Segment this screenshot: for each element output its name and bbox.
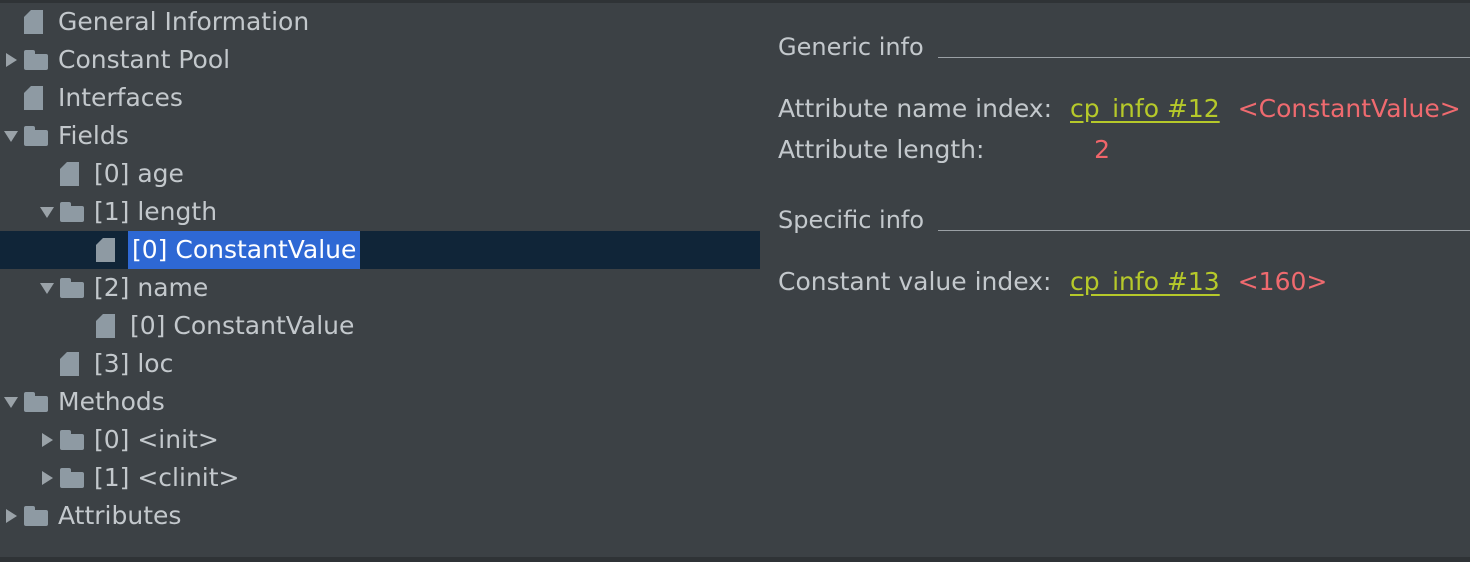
specific-info-rows: Constant value index: cp_info #13 <160> (778, 267, 1470, 296)
chevron-down-icon[interactable] (36, 193, 58, 231)
tree-item[interactable]: [0] ConstantValue (0, 307, 760, 345)
folder-icon (58, 193, 92, 231)
tree-item[interactable]: [1] length (0, 193, 760, 231)
tree-item[interactable]: Methods (0, 383, 760, 421)
generic-info-rows: Attribute name index: cp_info #12 <Constan… (778, 94, 1470, 164)
chevron-down-icon[interactable] (36, 269, 58, 307)
detail-row: Constant value index: cp_info #13 <160> (778, 267, 1470, 296)
tree-toggle-spacer (72, 231, 94, 269)
tree-item[interactable]: General Information (0, 3, 760, 41)
detail-row-resolved-value: <ConstantValue> (1237, 94, 1461, 123)
tree-item-label: [2] name (94, 273, 209, 302)
tree-toggle-spacer (72, 307, 94, 345)
tree-item[interactable]: [0] age (0, 155, 760, 193)
cp-info-link[interactable]: cp_info #12 (1070, 94, 1220, 123)
detail-row-resolved-value: <160> (1237, 267, 1328, 296)
chevron-right-icon[interactable] (36, 459, 58, 497)
chevron-down-icon[interactable] (0, 117, 22, 155)
tree-item[interactable]: [0] ConstantValue (0, 231, 760, 269)
tree-item-label: Attributes (58, 501, 182, 530)
chevron-right-icon[interactable] (0, 41, 22, 79)
tree-item[interactable]: [1] <clinit> (0, 459, 760, 497)
specific-info-section-header: Specific info (778, 206, 1470, 234)
file-icon (94, 307, 128, 345)
specific-info-rule (938, 229, 1470, 231)
folder-icon (58, 459, 92, 497)
tree-item-label: [1] <clinit> (94, 463, 240, 492)
tree-item[interactable]: [3] loc (0, 345, 760, 383)
tree-item-label: [0] <init> (94, 425, 219, 454)
tree-item[interactable]: Fields (0, 117, 760, 155)
folder-icon (22, 497, 56, 535)
tree-toggle-spacer (0, 3, 22, 41)
tree-item[interactable]: Attributes (0, 497, 760, 535)
tree-item-label: [1] length (94, 197, 218, 226)
file-icon (22, 79, 56, 117)
detail-row: Attribute length: 2 (778, 135, 1470, 164)
tree-item-label: [0] ConstantValue (130, 311, 355, 340)
file-icon (58, 155, 92, 193)
specific-info-title: Specific info (778, 206, 925, 234)
tree-item-label: [3] loc (94, 349, 174, 378)
tree-item[interactable]: [2] name (0, 269, 760, 307)
chevron-down-icon[interactable] (0, 383, 22, 421)
tree-toggle-spacer (36, 345, 58, 383)
tree-toggle-spacer (36, 155, 58, 193)
file-icon (22, 3, 56, 41)
folder-icon (22, 41, 56, 79)
class-structure-tree[interactable]: General Information Constant Pool Interfac… (0, 3, 760, 557)
cp-info-link[interactable]: cp_info #13 (1070, 267, 1220, 296)
file-icon (58, 345, 92, 383)
tree-item-label: Methods (58, 387, 165, 416)
folder-icon (22, 383, 56, 421)
generic-info-section-header: Generic info (778, 33, 1470, 61)
tree-item[interactable]: Constant Pool (0, 41, 760, 79)
detail-row-key: Attribute length: (778, 135, 985, 164)
tree-toggle-spacer (0, 79, 22, 117)
folder-icon (58, 269, 92, 307)
tree-item-label: Constant Pool (58, 45, 231, 74)
attribute-detail-panel: Generic info Attribute name index: cp_inf… (760, 3, 1470, 557)
tree-item[interactable]: Interfaces (0, 79, 760, 117)
detail-row-key: Attribute name index: (778, 94, 1052, 123)
folder-icon (22, 117, 56, 155)
detail-row-value: 2 (1094, 135, 1110, 164)
classfile-viewer-window: General Information Constant Pool Interfac… (0, 0, 1470, 562)
tree-item-label: [0] ConstantValue (128, 231, 361, 269)
folder-icon (58, 421, 92, 459)
tree-item-label: General Information (58, 7, 310, 36)
tree-item-label: Interfaces (58, 83, 183, 112)
generic-info-title: Generic info (778, 33, 924, 61)
detail-row-key: Constant value index: (778, 267, 1052, 296)
tree-item-label: [0] age (94, 159, 184, 188)
chevron-right-icon[interactable] (36, 421, 58, 459)
tree-item-label: Fields (58, 121, 129, 150)
file-icon (94, 231, 128, 269)
detail-row: Attribute name index: cp_info #12 <Constan… (778, 94, 1470, 123)
generic-info-rule (937, 56, 1470, 58)
chevron-right-icon[interactable] (0, 497, 22, 535)
tree-item[interactable]: [0] <init> (0, 421, 760, 459)
